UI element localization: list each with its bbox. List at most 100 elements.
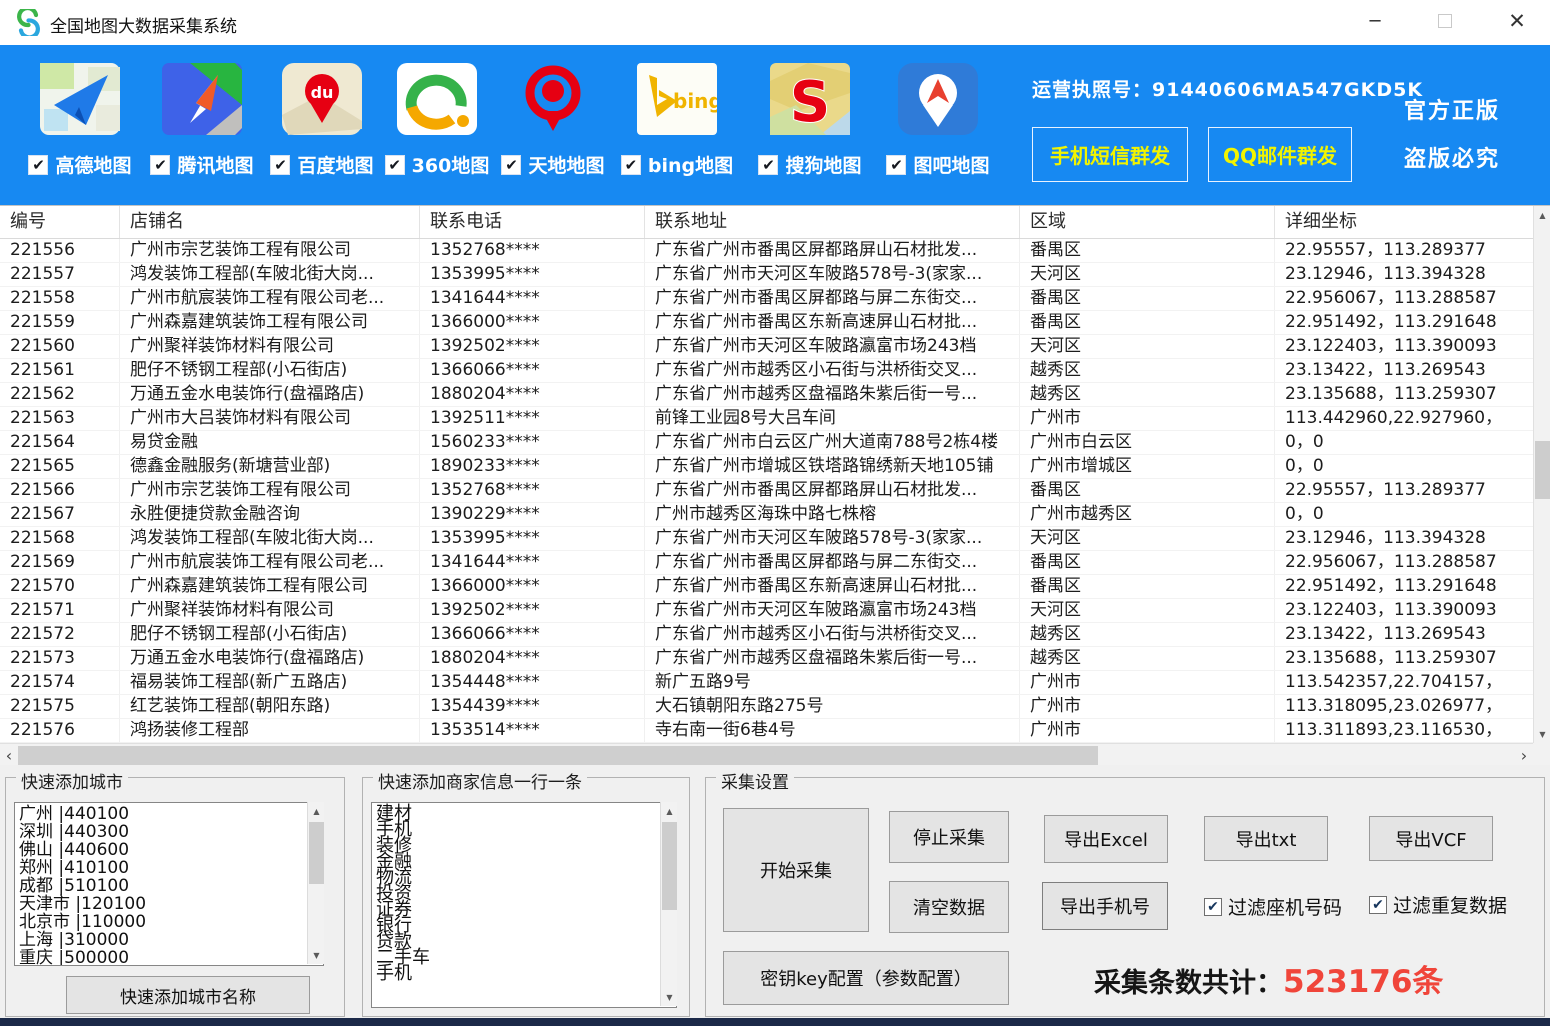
- key-config-button[interactable]: 密钥key配置（参数配置）: [723, 951, 1009, 1005]
- table-cell-id: 221560: [0, 335, 120, 358]
- table-row[interactable]: 221571广州聚祥装饰材料有限公司1392502****广东省广州市天河区车陂…: [0, 599, 1533, 623]
- list-item[interactable]: 二手车: [376, 950, 676, 966]
- table-row[interactable]: 221557鸿发装饰工程部(车陂北街大岗...1353995****广东省广州市…: [0, 263, 1533, 287]
- table-row[interactable]: 221575红艺装饰工程部(朝阳东路)1354439****大石镇朝阳东路275…: [0, 695, 1533, 719]
- city-list-scrollbar-thumb[interactable]: [309, 822, 324, 884]
- list-item[interactable]: 银行: [376, 918, 676, 934]
- table-cell-address: 广东省广州市越秀区小石街与洪桥街交叉...: [645, 623, 1020, 646]
- list-item[interactable]: 佛山 |440600: [19, 841, 323, 859]
- bing-map-checkbox[interactable]: ✔: [621, 155, 641, 175]
- column-header-phone[interactable]: 联系电话: [420, 206, 645, 238]
- tencent-map-label: 腾讯地图: [177, 151, 253, 178]
- quick-add-city-button[interactable]: 快速添加城市名称: [66, 976, 310, 1014]
- quick-add-merchant-panel: 快速添加商家信息一行一条 建材手机装修金融物流投资证券银行贷款二手车手机 ▲ ▼: [362, 777, 690, 1017]
- scroll-up-icon[interactable]: ▲: [661, 802, 678, 820]
- scroll-down-icon[interactable]: ▼: [308, 946, 325, 964]
- clear-data-button[interactable]: 清空数据: [889, 881, 1009, 933]
- list-item[interactable]: 证券: [376, 902, 676, 918]
- table-row[interactable]: 221570广州森嘉建筑装饰工程有限公司1366000****广东省广州市番禺区…: [0, 575, 1533, 599]
- scroll-up-icon[interactable]: ▲: [1534, 206, 1550, 224]
- list-item[interactable]: 深圳 |440300: [19, 823, 323, 841]
- city-listbox[interactable]: 广州 |440100深圳 |440300佛山 |440600郑州 |410100…: [14, 802, 324, 966]
- merchant-listbox[interactable]: 建材手机装修金融物流投资证券银行贷款二手车手机: [371, 802, 677, 1008]
- maximize-button[interactable]: [1422, 0, 1468, 42]
- map-360-checkbox[interactable]: ✔: [385, 155, 405, 175]
- table-header-row: 编号 店铺名 联系电话 联系地址 区域 详细坐标: [0, 206, 1550, 239]
- column-header-name[interactable]: 店铺名: [120, 206, 420, 238]
- sogou-map-checkbox[interactable]: ✔: [758, 155, 778, 175]
- list-item[interactable]: 成都 |510100: [19, 877, 323, 895]
- table-cell-coords: 113.311893,23.116530，: [1275, 719, 1533, 742]
- close-button[interactable]: ✕: [1494, 0, 1540, 42]
- table-row[interactable]: 221562万通五金水电装饰行(盘福路店)1880204****广东省广州市越秀…: [0, 383, 1533, 407]
- list-item[interactable]: 广州 |440100: [19, 805, 323, 823]
- table-row[interactable]: 221565德鑫金融服务(新塘营业部)1890233****广东省广州市增城区铁…: [0, 455, 1533, 479]
- list-item[interactable]: 天津市 |120100: [19, 895, 323, 913]
- start-collect-button[interactable]: 开始采集: [723, 808, 869, 932]
- scrollbar-corner: [1533, 743, 1550, 766]
- list-item[interactable]: 手机: [376, 966, 676, 982]
- amap-checkbox[interactable]: ✔: [28, 155, 48, 175]
- column-header-address[interactable]: 联系地址: [645, 206, 1020, 238]
- table-cell-name: 易贷金融: [120, 431, 420, 454]
- list-item[interactable]: 郑州 |410100: [19, 859, 323, 877]
- merchant-list-scrollbar-thumb[interactable]: [662, 822, 677, 910]
- column-header-coords[interactable]: 详细坐标: [1275, 206, 1533, 238]
- sms-broadcast-button[interactable]: 手机短信群发: [1032, 127, 1188, 182]
- table-cell-phone: 1366066****: [420, 623, 645, 646]
- list-item[interactable]: 上海 |310000: [19, 931, 323, 949]
- vertical-scrollbar-thumb[interactable]: [1535, 441, 1550, 499]
- table-row[interactable]: 221558广州市航宸装饰工程有限公司老...1341644****广东省广州市…: [0, 287, 1533, 311]
- tianditu-checkbox[interactable]: ✔: [501, 155, 521, 175]
- table-row[interactable]: 221568鸿发装饰工程部(车陂北街大岗...1353995****广东省广州市…: [0, 527, 1533, 551]
- scroll-left-icon[interactable]: ‹: [0, 744, 18, 767]
- table-row[interactable]: 221564易贷金融1560233****广东省广州市白云区广州大道南788号2…: [0, 431, 1533, 455]
- table-row[interactable]: 221569广州市航宸装饰工程有限公司老...1341644****广东省广州市…: [0, 551, 1533, 575]
- list-item[interactable]: 手机: [376, 822, 676, 838]
- stop-collect-button[interactable]: 停止采集: [889, 811, 1009, 863]
- list-item[interactable]: 建材: [376, 806, 676, 822]
- list-item[interactable]: 投资: [376, 886, 676, 902]
- export-vcf-button[interactable]: 导出VCF: [1369, 816, 1493, 861]
- table-row[interactable]: 221567永胜便捷贷款金融咨询1390229****广州市越秀区海珠中路七株榕…: [0, 503, 1533, 527]
- mapbar-checkbox[interactable]: ✔: [886, 155, 906, 175]
- table-cell-name: 鸿扬装修工程部: [120, 719, 420, 742]
- table-row[interactable]: 221574福易装饰工程部(新广五路店)1354448****新广五路9号广州市…: [0, 671, 1533, 695]
- list-item[interactable]: 重庆 |500000: [19, 949, 323, 966]
- bottom-panel: 快速添加城市 广州 |440100深圳 |440300佛山 |440600郑州 …: [0, 765, 1550, 1026]
- list-item[interactable]: 北京市 |110000: [19, 913, 323, 931]
- scroll-right-icon[interactable]: ›: [1515, 744, 1533, 767]
- tencent-map-checkbox[interactable]: ✔: [150, 155, 170, 175]
- table-row[interactable]: 221563广州市大吕装饰材料有限公司1392511****前锋工业园8号大吕车…: [0, 407, 1533, 431]
- list-item[interactable]: 物流: [376, 870, 676, 886]
- column-header-region[interactable]: 区域: [1020, 206, 1275, 238]
- scroll-down-icon[interactable]: ▼: [1534, 725, 1550, 743]
- list-item[interactable]: 金融: [376, 854, 676, 870]
- table-cell-address: 广东省广州市天河区车陂路瀛富市场243档: [645, 599, 1020, 622]
- table-row[interactable]: 221573万通五金水电装饰行(盘福路店)1880204****广东省广州市越秀…: [0, 647, 1533, 671]
- column-header-id[interactable]: 编号: [0, 206, 120, 238]
- table-cell-coords: 23.122403，113.390093: [1275, 599, 1533, 622]
- table-row[interactable]: 221576鸿扬装修工程部1353514****寺右南一街6巷4号广州市113.…: [0, 719, 1533, 743]
- table-cell-region: 越秀区: [1020, 383, 1275, 406]
- table-row[interactable]: 221556广州市宗艺装饰工程有限公司1352768****广东省广州市番禺区屏…: [0, 239, 1533, 263]
- table-cell-id: 221572: [0, 623, 120, 646]
- horizontal-scrollbar: ‹ ›: [0, 743, 1533, 766]
- table-row[interactable]: 221560广州聚祥装饰材料有限公司1392502****广东省广州市天河区车陂…: [0, 335, 1533, 359]
- minimize-button[interactable]: ─: [1352, 0, 1398, 42]
- filter-landline-checkbox[interactable]: ✔: [1204, 898, 1222, 916]
- table-row[interactable]: 221572肥仔不锈钢工程部(小石街店)1366066****广东省广州市越秀区…: [0, 623, 1533, 647]
- scroll-down-icon[interactable]: ▼: [661, 988, 678, 1006]
- export-phone-button[interactable]: 导出手机号: [1042, 882, 1168, 930]
- export-txt-button[interactable]: 导出txt: [1204, 816, 1328, 861]
- baidu-map-checkbox[interactable]: ✔: [270, 155, 290, 175]
- horizontal-scrollbar-thumb[interactable]: [18, 746, 1098, 765]
- scroll-up-icon[interactable]: ▲: [308, 802, 325, 820]
- list-item[interactable]: 装修: [376, 838, 676, 854]
- table-row[interactable]: 221559广州森嘉建筑装饰工程有限公司1366000****广东省广州市番禺区…: [0, 311, 1533, 335]
- qq-mail-broadcast-button[interactable]: QQ邮件群发: [1208, 127, 1352, 182]
- table-row[interactable]: 221561肥仔不锈钢工程部(小石街店)1366066****广东省广州市越秀区…: [0, 359, 1533, 383]
- table-row[interactable]: 221566广州市宗艺装饰工程有限公司1352768****广东省广州市番禺区屏…: [0, 479, 1533, 503]
- export-excel-button[interactable]: 导出Excel: [1044, 815, 1168, 863]
- filter-duplicate-checkbox[interactable]: ✔: [1369, 896, 1387, 914]
